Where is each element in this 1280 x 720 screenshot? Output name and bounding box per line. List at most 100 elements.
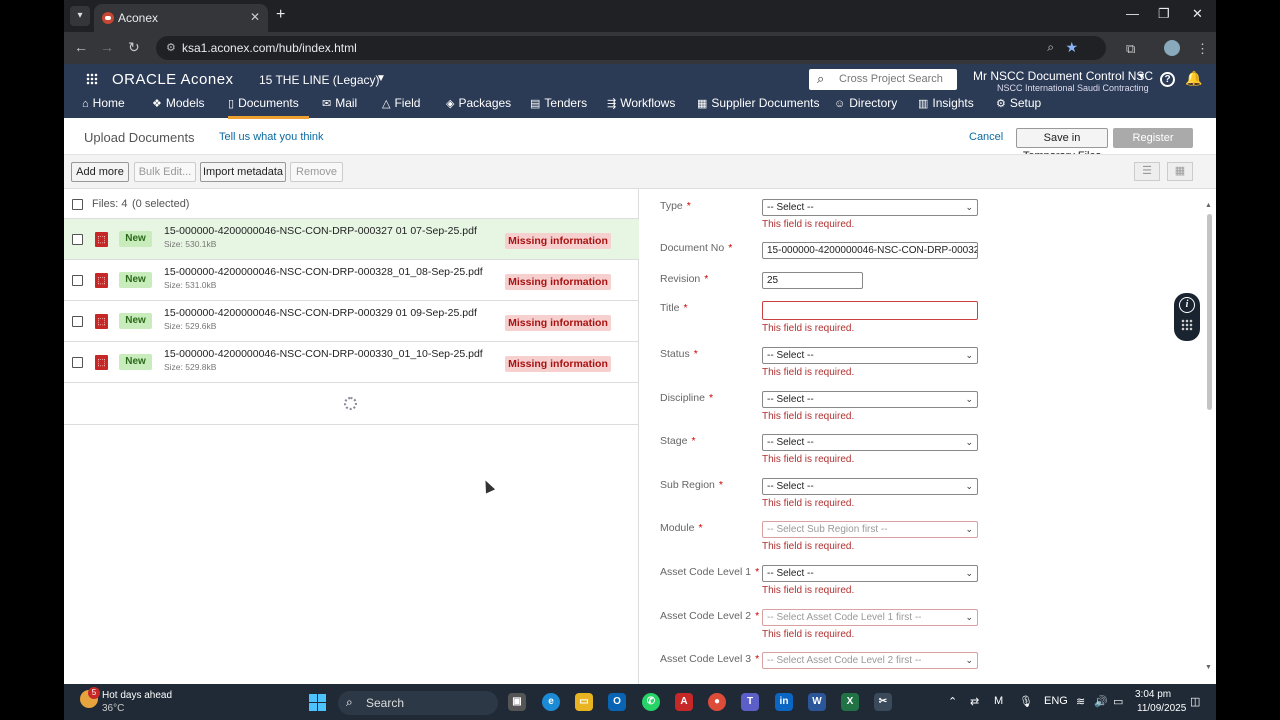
help-widget[interactable]: i [1174,293,1200,341]
asset-code-level-3-select[interactable]: -- Select Asset Code Level 2 first -- ⌄ [762,652,978,669]
list-view-icon[interactable]: ☰ [1134,162,1160,181]
scroll-up-icon[interactable]: ▲ [1205,202,1212,209]
stage-select[interactable]: -- Select -- ⌄ [762,434,978,451]
nav-field[interactable]: △ Field [382,96,420,110]
extensions-icon[interactable]: ⧉ [1126,41,1135,57]
address-bar[interactable]: ⚙ ksa1.aconex.com/hub/index.html ⌕ ★ [156,36,1106,60]
sub-region-select[interactable]: -- Select -- ⌄ [762,478,978,495]
reload-icon[interactable]: ↻ [128,39,140,56]
asset-code-level-1-select[interactable]: -- Select -- ⌄ [762,565,978,582]
task-view-icon[interactable]: ▣ [508,693,526,711]
file-checkbox[interactable] [72,357,83,368]
document-no-input[interactable]: 15-000000-4200000046-NSC-CON-DRP-000327_ [762,242,978,259]
profile-avatar[interactable] [1164,40,1180,56]
status-select[interactable]: -- Select -- ⌄ [762,347,978,364]
save-temporary-button[interactable]: Save in Temporary Files [1016,128,1108,162]
title-input[interactable] [762,301,978,320]
whatsapp-icon[interactable]: ✆ [642,693,660,711]
asset-code-level-2-select[interactable]: -- Select Asset Code Level 1 first -- ⌄ [762,609,978,626]
scroll-down-icon[interactable]: ▼ [1205,664,1212,671]
grid-view-icon[interactable]: ▦ [1167,162,1193,181]
pdf-reader-icon[interactable]: A [675,693,693,711]
browser-tab[interactable]: Aconex ✕ [94,4,268,32]
clock-date[interactable]: 11/09/2025 [1137,703,1186,714]
app-grid-icon[interactable] [86,73,98,85]
nav-models[interactable]: ❖ Models [152,96,205,110]
dots-grid-icon[interactable] [1181,319,1193,331]
nav-setup[interactable]: ⚙ Setup [996,96,1041,110]
wifi-icon[interactable]: ≋ [1076,695,1085,708]
language-indicator[interactable]: ENG [1044,695,1068,707]
nav-documents[interactable]: ▯ Documents [228,96,309,119]
tray-app-icon[interactable]: M [994,695,1003,707]
bookmark-star-icon[interactable]: ★ [1065,39,1078,56]
browser-menu-icon[interactable]: ⋮ [1196,41,1209,57]
project-selector[interactable]: 15 THE LINE (Legacy) [259,73,380,87]
minimize-icon[interactable]: — [1126,6,1139,21]
nav-insights[interactable]: ▥ Insights [918,96,974,110]
close-tab-icon[interactable]: ✕ [250,10,260,24]
file-checkbox[interactable] [72,234,83,245]
close-window-icon[interactable]: ✕ [1192,6,1203,22]
nav-tenders[interactable]: ▤ Tenders [530,96,587,110]
snipping-tool-icon[interactable]: ✂ [874,693,892,711]
forward-icon[interactable]: → [100,39,114,55]
discipline-select[interactable]: -- Select -- ⌄ [762,391,978,408]
remove-button[interactable]: Remove [290,162,343,182]
user-menu[interactable]: Mr NSCC Document Control NSC [973,69,1153,83]
cancel-link[interactable]: Cancel [969,131,1003,143]
cross-project-search[interactable]: ⌕ Cross Project Search [809,69,957,90]
battery-icon[interactable]: ▭ [1113,695,1123,708]
chrome-icon[interactable]: ● [708,693,726,711]
taskbar-search[interactable]: ⌕ Search [338,691,498,715]
scroll-thumb[interactable] [1207,214,1212,410]
notification-center-icon[interactable]: ◫ [1190,695,1200,708]
zoom-icon[interactable]: ⌕ [1047,40,1054,55]
microphone-icon[interactable]: 🎙 [1019,695,1033,708]
file-row[interactable]: ⬚ New 15-000000-4200000046-NSC-CON-DRP-0… [64,219,639,260]
help-icon[interactable]: ? [1160,72,1175,87]
word-icon[interactable]: W [808,693,826,711]
import-metadata-button[interactable]: Import metadata [200,162,286,182]
nav-packages[interactable]: ◈ Packages [446,96,511,110]
edge-icon[interactable]: e [542,693,560,711]
nav-home[interactable]: ⌂ Home [82,96,125,110]
excel-icon[interactable]: X [841,693,859,711]
nav-workflows[interactable]: ⇶ Workflows [607,96,675,110]
bulk-edit-button[interactable]: Bulk Edit... [134,162,196,182]
notifications-bell-icon[interactable]: 🔔 [1185,70,1202,87]
file-row[interactable]: ⬚ New 15-000000-4200000046-NSC-CON-DRP-0… [64,342,639,383]
user-chevron-down-icon[interactable]: ▼ [1137,71,1146,81]
file-checkbox[interactable] [72,275,83,286]
module-select[interactable]: -- Select Sub Region first -- ⌄ [762,521,978,538]
tray-sync-icon[interactable]: ⇄ [970,695,979,708]
site-info-icon[interactable]: ⚙ [166,41,176,54]
file-explorer-icon[interactable]: ▭ [575,693,593,711]
form-scrollbar[interactable]: ▲ ▼ [1205,202,1214,672]
new-tab-icon[interactable]: + [276,6,285,24]
back-icon[interactable]: ← [74,39,88,55]
windows-start-icon[interactable] [309,694,326,711]
revision-input[interactable]: 25 [762,272,863,289]
chevron-down-icon[interactable]: ▼ [376,73,386,84]
nav-directory[interactable]: ☺ Directory [834,96,897,110]
register-button[interactable]: Register [1113,128,1193,148]
volume-icon[interactable]: 🔊 [1094,695,1108,708]
file-row[interactable]: ⬚ New 15-000000-4200000046-NSC-CON-DRP-0… [64,260,639,301]
file-checkbox[interactable] [72,316,83,327]
select-all-checkbox[interactable] [72,199,83,210]
teams-icon[interactable]: T [741,693,759,711]
linkedin-icon[interactable]: in [775,693,793,711]
add-more-button[interactable]: Add more [71,162,129,182]
brand-logo[interactable]: ORACLE Aconex [112,71,234,88]
tray-chevron-up-icon[interactable]: ⌃ [948,695,957,708]
nav-mail[interactable]: ✉ Mail [322,96,357,110]
nav-supplier-documents[interactable]: ▦ Supplier Documents [697,96,819,110]
tab-search-icon[interactable]: ▾ [70,6,90,26]
info-icon[interactable]: i [1179,297,1195,313]
file-row[interactable]: ⬚ New 15-000000-4200000046-NSC-CON-DRP-0… [64,301,639,342]
feedback-link[interactable]: Tell us what you think [219,131,324,143]
type-select[interactable]: -- Select -- ⌄ [762,199,978,216]
restore-icon[interactable]: ❐ [1158,6,1170,22]
outlook-icon[interactable]: O [608,693,626,711]
